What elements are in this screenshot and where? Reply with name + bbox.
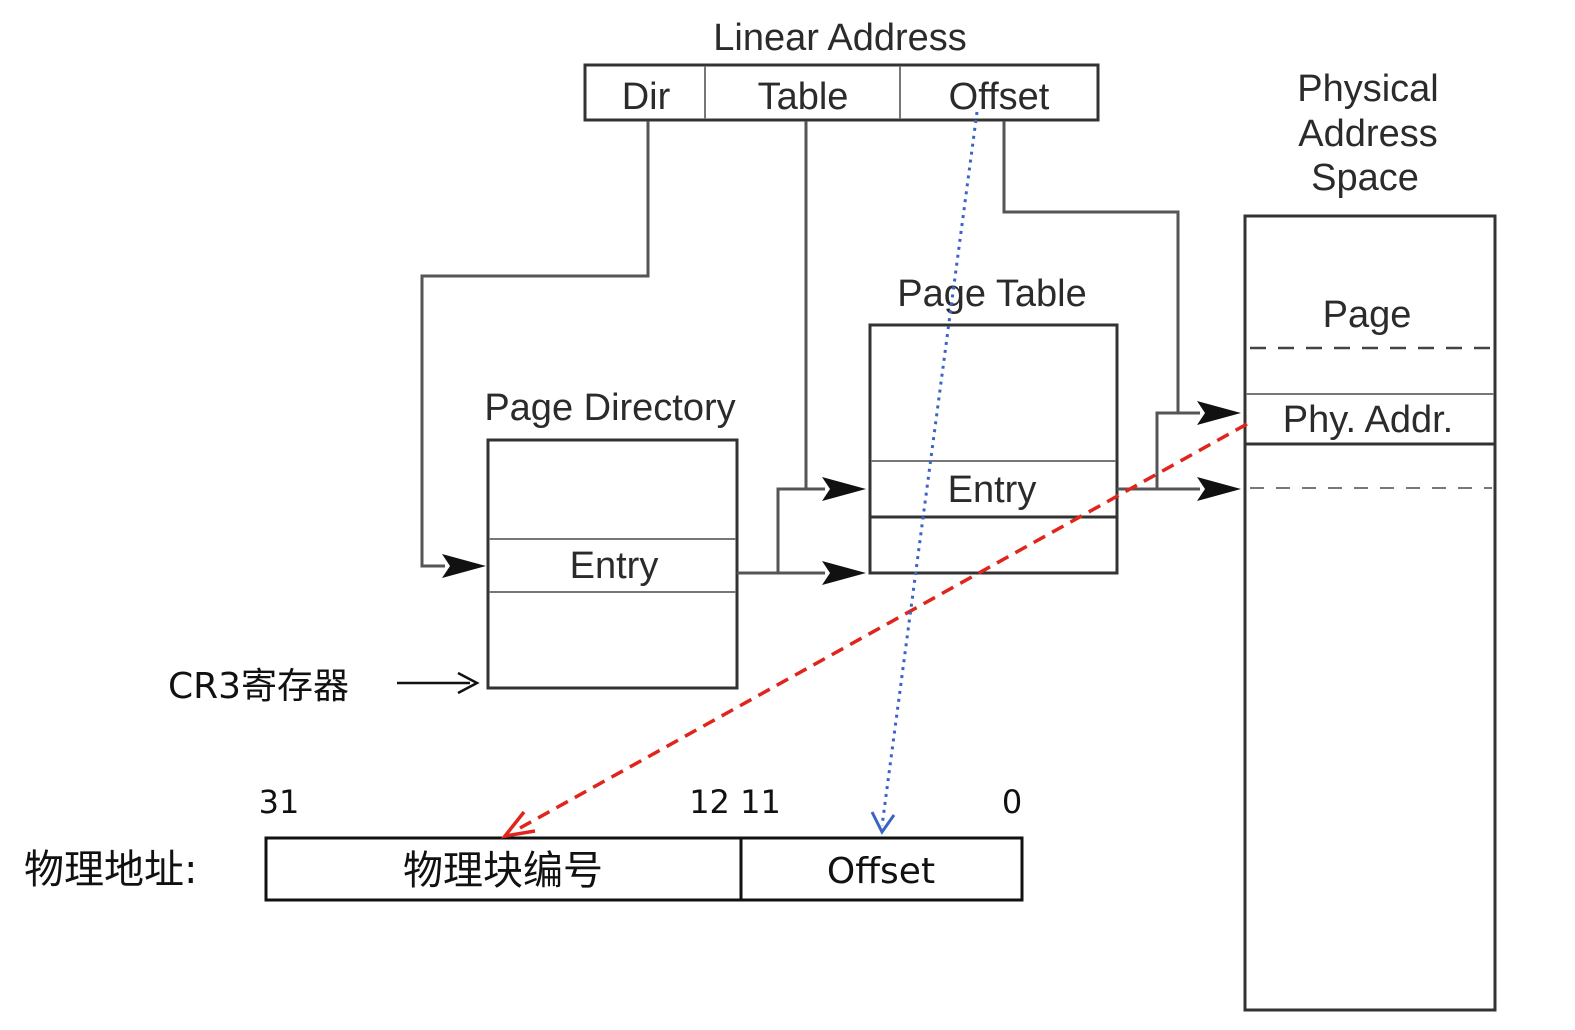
offset-to-phyaddr-arrowhead [1197, 401, 1241, 425]
physical-block-number-field: 物理块编号 [403, 848, 603, 894]
physical-space-page: Page [1323, 294, 1412, 336]
physical-offset-field: Offset [827, 851, 935, 892]
physical-space-title-line-2: Address [1298, 113, 1437, 155]
physical-space-phy-addr: Phy. Addr. [1283, 399, 1453, 441]
linear-address-title: Linear Address [713, 17, 967, 59]
cr3-label: CR3寄存器 [168, 666, 349, 707]
linear-field-dir: Dir [622, 76, 671, 118]
dir-to-directory-arrowhead [442, 554, 486, 578]
pagetable-branch-wire [1155, 411, 1178, 489]
page-table-entry: Entry [948, 469, 1037, 511]
page-table-title: Page Table [897, 273, 1086, 315]
page-directory-entry: Entry [570, 545, 659, 587]
physical-address-label: 物理地址: [24, 847, 197, 893]
table-to-pagetable-arrowhead [822, 477, 866, 501]
linear-field-table: Table [758, 76, 849, 118]
directory-to-pagetable-arrowhead [822, 561, 866, 585]
physical-space-title-line-3: Space [1311, 157, 1419, 199]
linear-field-offset: Offset [949, 76, 1050, 118]
paging-diagram: Linear Address Dir Table Offset Page Dir… [24, 17, 1497, 1012]
bit-0-label: 0 [1002, 783, 1022, 821]
page-table-box [868, 323, 1119, 575]
physical-space-title-line-1: Physical [1297, 68, 1439, 110]
offset-to-offset-arrowhead [870, 811, 896, 835]
directory-branch-wire [776, 487, 806, 573]
bit-12-11-label: 12 11 [689, 783, 781, 821]
pagetable-to-page-arrowhead [1197, 477, 1241, 501]
bit-31-label: 31 [259, 783, 300, 821]
table-to-pagetable-wire [804, 121, 825, 491]
page-directory-title: Page Directory [484, 387, 735, 429]
